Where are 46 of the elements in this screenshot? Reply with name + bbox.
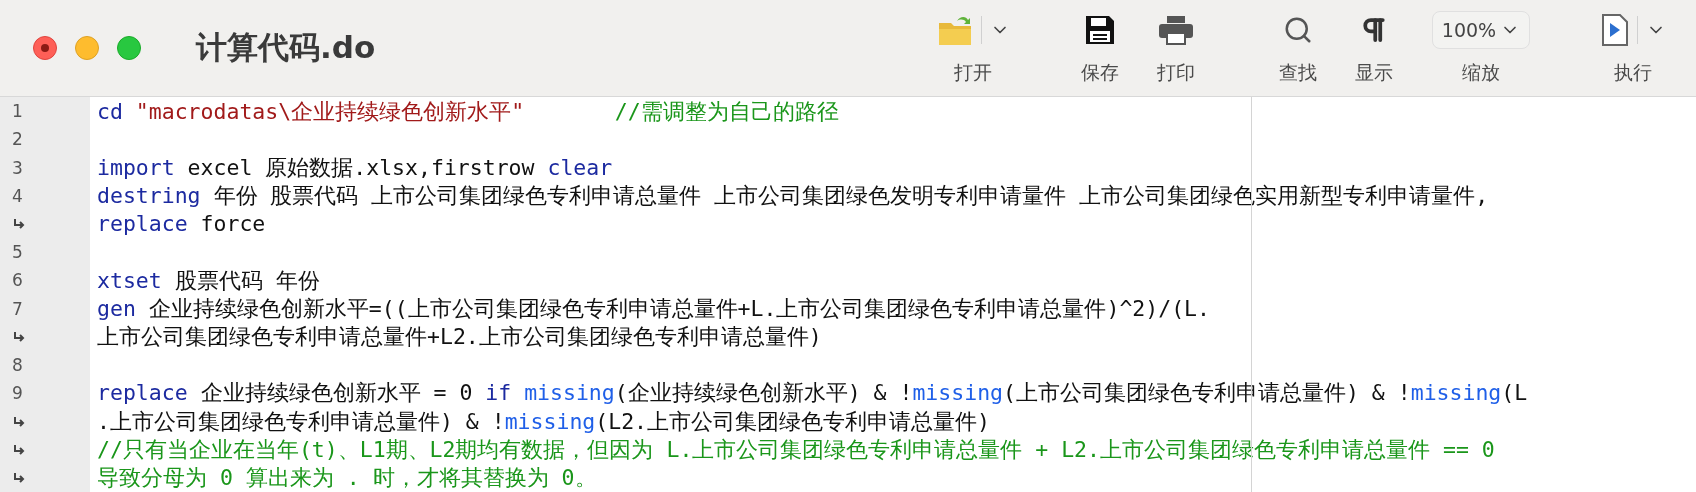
line-number: 3 <box>12 157 23 178</box>
printer-icon <box>1158 15 1194 45</box>
run-button[interactable]: 执行 <box>1578 10 1688 86</box>
toolbar-label: 执行 <box>1614 60 1652 85</box>
code-line: .上市公司集团绿色专利申请总量件) & !missing(L2.上市公司集团绿色专利申请总量件) <box>97 407 990 436</box>
save-button[interactable]: 保存 <box>1068 10 1132 86</box>
wrap-icon <box>12 329 26 344</box>
line-number: 4 <box>12 185 23 206</box>
line-number: 9 <box>12 383 23 404</box>
code-line: xtset 股票代码 年份 <box>97 266 320 295</box>
toolbar-label: 显示 <box>1355 60 1393 85</box>
line-number: 2 <box>12 129 23 150</box>
close-button[interactable] <box>33 36 57 60</box>
code-line: 上市公司集团绿色专利申请总量件+L2.上市公司集团绿色专利申请总量件) <box>97 323 822 352</box>
toolbar-label: 查找 <box>1279 60 1317 85</box>
find-button[interactable]: 查找 <box>1266 10 1330 86</box>
wrap-icon <box>12 414 26 429</box>
toolbar-label: 保存 <box>1081 60 1119 85</box>
toolbar-label: 打开 <box>954 60 992 85</box>
open-button[interactable]: 打开 <box>918 10 1028 86</box>
toolbar-label: 打印 <box>1157 60 1195 85</box>
code-line: //只有当企业在当年(t)、L1期、L2期均有数据，但因为 L.上市公司集团绿色专利申请总量件 + L2.上市公司集团绿色专利申请总量件 == 0 <box>97 436 1495 465</box>
search-icon <box>1283 15 1313 45</box>
wrap-icon <box>12 470 26 485</box>
code-line: replace 企业持续绿色创新水平 = 0 if missing(企业持续绿色创新水平) & !missing(上市公司集团绿色专利申请总量件) & !missing(L <box>97 379 1528 408</box>
show-button[interactable]: 显示 <box>1342 10 1406 86</box>
toolbar-label: 缩放 <box>1462 60 1500 85</box>
line-number: 6 <box>12 270 23 291</box>
code-line: gen 企业持续绿色创新水平=((上市公司集团绿色专利申请总量件+L.上市公司集团绿色专利申请总量件)^2)/(L. <box>97 294 1210 323</box>
zoom-select[interactable]: 100% <box>1432 11 1530 49</box>
print-button[interactable]: 打印 <box>1144 10 1208 86</box>
zoom-window-button[interactable] <box>117 36 141 60</box>
code-line: import excel 原始数据.xlsx,firstrow clear <box>97 153 613 182</box>
line-number: 5 <box>12 242 23 263</box>
line-number: 7 <box>12 298 23 319</box>
wrap-icon <box>12 442 26 457</box>
code-line: 导致分母为 0 算出来为 . 时，才将其替换为 0。 <box>97 464 597 492</box>
window-title: 计算代码.do <box>196 28 376 67</box>
line-number: 1 <box>12 101 23 122</box>
code-line: replace force <box>97 211 266 237</box>
zoom-value: 100% <box>1441 19 1497 41</box>
wrap-icon <box>12 217 26 231</box>
run-file-icon <box>1600 13 1629 47</box>
line-number: 8 <box>12 355 23 376</box>
zoom-button[interactable]: 100% 缩放 <box>1426 10 1536 86</box>
code-line: cd "macrodatas\企业持续绿色创新水平" //需调整为自己的路径 <box>97 97 839 126</box>
